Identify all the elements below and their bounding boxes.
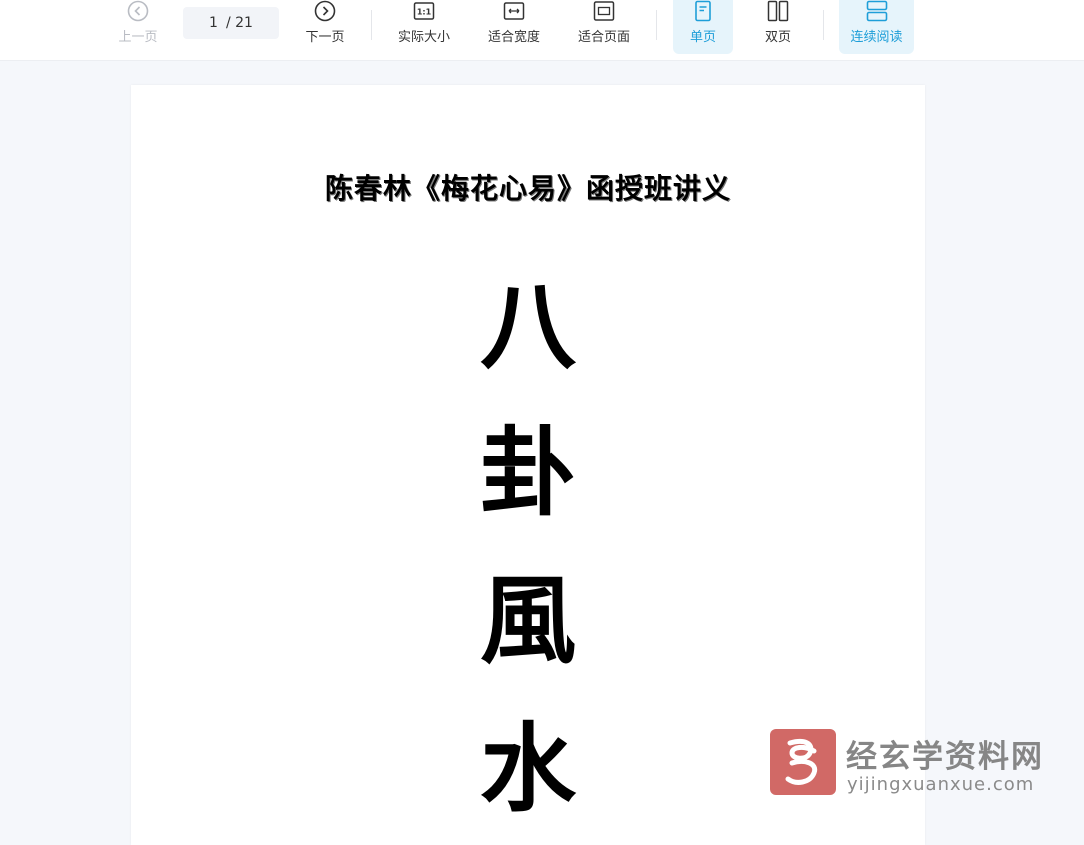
current-page-number: 1: [209, 15, 218, 31]
chevron-left-circle-icon: [127, 0, 149, 22]
page-indicator[interactable]: 1 / 21: [183, 7, 279, 39]
watermark-site-url: yijingxuanxue.com: [847, 774, 1035, 795]
actual-size-icon-text: 1:1: [417, 8, 432, 17]
vertical-title-char: 卦: [480, 416, 576, 529]
prev-page-button[interactable]: 上一页: [113, 0, 163, 54]
fit-width-label: 适合宽度: [487, 30, 540, 45]
watermark-site-name: 经玄学资料网: [846, 739, 1044, 775]
double-page-button[interactable]: 双页: [750, 0, 806, 54]
next-page-button[interactable]: 下一页: [300, 0, 350, 54]
fit-page-icon: [593, 1, 615, 21]
continuous-reading-button[interactable]: 连续阅读: [839, 0, 914, 54]
single-page-label: 单页: [689, 30, 716, 45]
viewer-toolbar: 上一页 1 / 21 下一页 1:1 实际大小 适合宽度 适合页面 单页 双页 …: [0, 0, 1084, 61]
toolbar-divider: [656, 10, 657, 40]
fit-page-label: 适合页面: [577, 30, 630, 45]
continuous-reading-label: 连续阅读: [850, 30, 903, 45]
next-page-label: 下一页: [305, 30, 345, 45]
vertical-title-char: 風: [480, 564, 576, 677]
single-page-icon: [695, 0, 711, 22]
toolbar-divider: [823, 10, 824, 40]
document-title: 陈春林《梅花心易》函授班讲义: [324, 172, 731, 205]
actual-size-button[interactable]: 1:1 实际大小: [392, 0, 456, 54]
watermark-logo-icon: [770, 729, 836, 795]
chevron-right-circle-icon: [314, 0, 336, 22]
total-pages: / 21: [225, 15, 253, 31]
double-page-label: 双页: [764, 30, 791, 45]
actual-size-icon: 1:1: [413, 2, 435, 20]
single-page-button[interactable]: 单页: [673, 0, 733, 54]
site-watermark: 经玄学资料网 yijingxuanxue.com: [770, 729, 1070, 799]
vertical-title-char: 八: [480, 270, 576, 383]
actual-size-label: 实际大小: [397, 30, 450, 45]
continuous-icon: [866, 0, 887, 22]
double-page-icon: [767, 0, 789, 22]
fit-page-button[interactable]: 适合页面: [572, 0, 636, 54]
prev-page-label: 上一页: [118, 30, 158, 45]
fit-width-button[interactable]: 适合宽度: [482, 0, 546, 54]
fit-width-icon: [503, 2, 525, 20]
toolbar-divider: [371, 10, 372, 40]
